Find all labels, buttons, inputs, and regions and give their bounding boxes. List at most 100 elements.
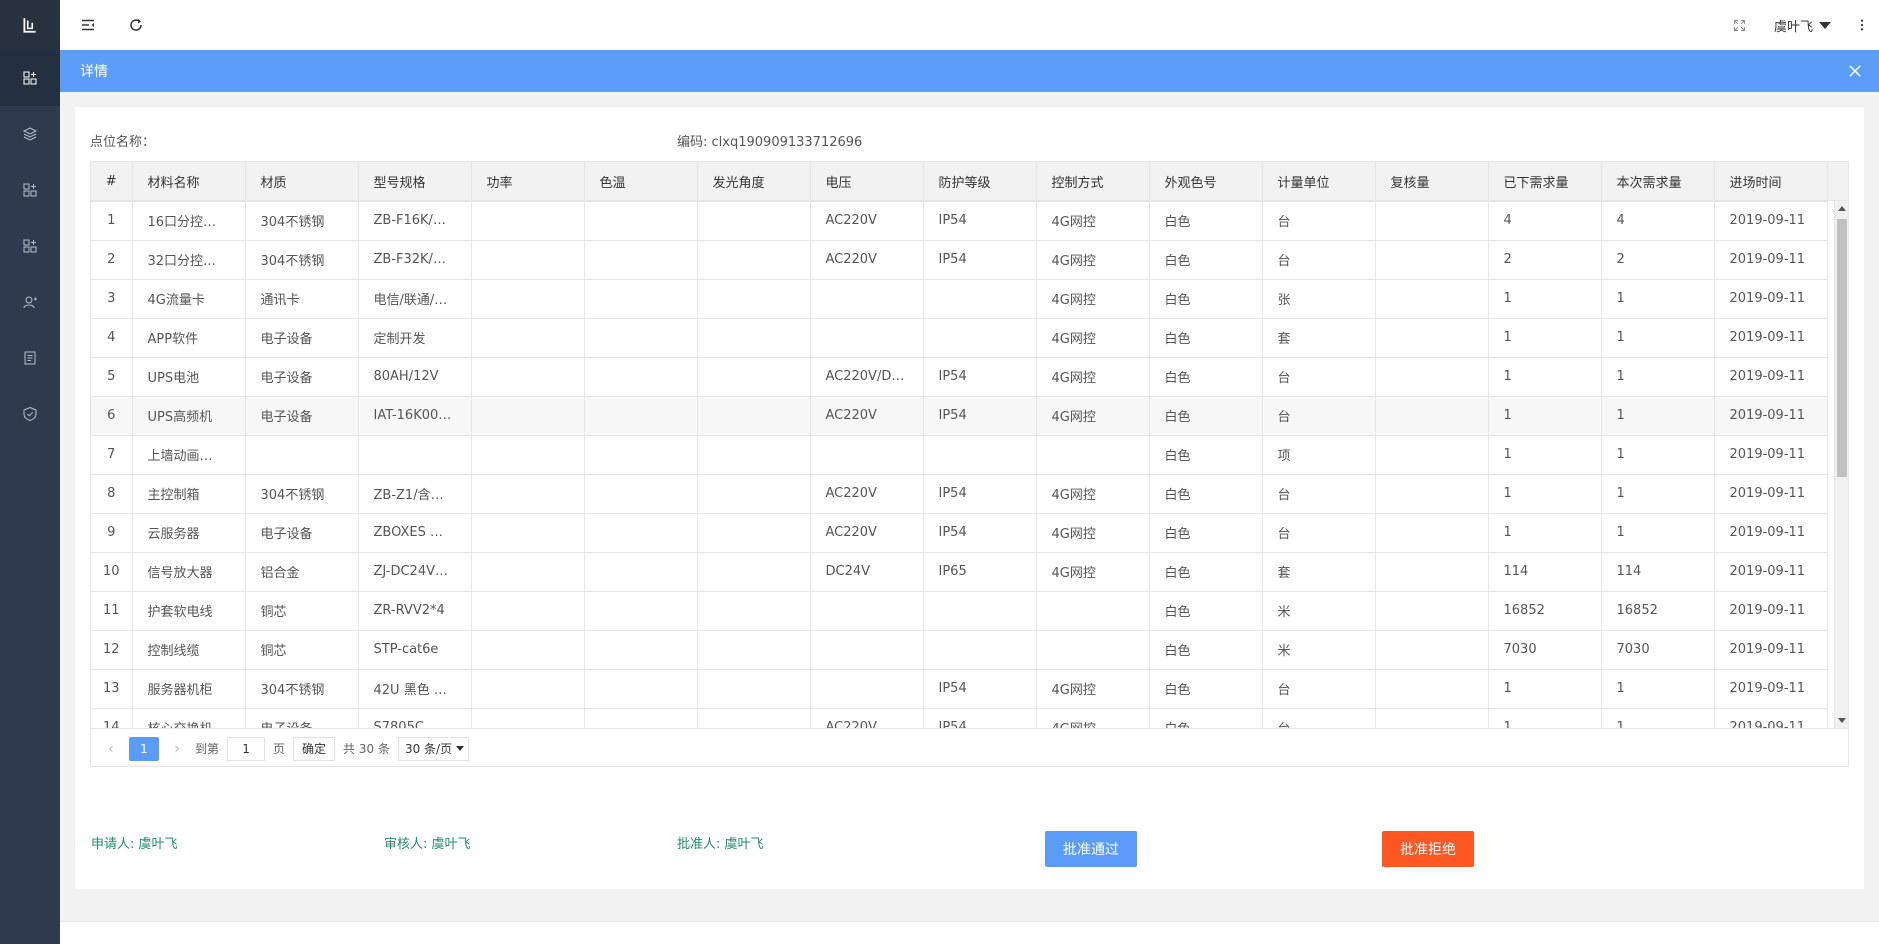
close-button[interactable] — [1845, 61, 1865, 81]
column-header: 功率 — [471, 162, 585, 202]
column-header: 复核量 — [1375, 162, 1489, 202]
table-cell: 2019-09-11 — [1714, 513, 1828, 553]
sidebar — [0, 0, 60, 944]
table-cell: 2019-09-11 — [1714, 240, 1828, 280]
prev-page-button[interactable]: ‹ — [101, 739, 121, 759]
table-cell: 控制线缆 — [132, 630, 246, 670]
table-cell — [1375, 240, 1489, 280]
column-header: 本次需求量 — [1601, 162, 1715, 202]
table-cell: 白色 — [1149, 669, 1263, 709]
nav-item-apps[interactable] — [0, 218, 60, 274]
goto-confirm-button[interactable]: 确定 — [293, 736, 336, 761]
scroll-thumb[interactable] — [1837, 219, 1847, 477]
table-cell: 9 — [91, 513, 133, 553]
table-cell: 白色 — [1149, 513, 1263, 553]
table-cell: 电信/联通/… — [358, 279, 472, 319]
table-row[interactable]: 6 UPS高频机 电子设备 IAT-16K00… AC220V IP54 4G网控 白色台 1 1… — [91, 396, 1828, 436]
refresh-button[interactable] — [116, 0, 156, 50]
reviewer: 审核人: 虞叶飞 — [384, 837, 471, 852]
column-header: 进场时间 — [1714, 162, 1828, 202]
table-row[interactable]: 12 控制线缆 铜芯 STP-cat6e 白色米 7030 7030 2019-09-11 — [91, 630, 1828, 670]
table-row[interactable]: 5 UPS电池 电子设备 80AH/12V AC220V/D… IP54 4G网控 白色台 1 1… — [91, 357, 1828, 397]
table-cell: 2019-09-11 — [1714, 201, 1828, 241]
column-header: 电压 — [810, 162, 924, 202]
app-logo[interactable] — [0, 0, 60, 50]
table-row[interactable]: 4 APP软件 电子设备 定制开发 4G网控 白色套 1 1 2019-09-11 — [91, 318, 1828, 358]
table-cell: 2019-09-11 — [1714, 630, 1828, 670]
more-button[interactable] — [1845, 0, 1879, 50]
scroll-down-icon[interactable] — [1838, 718, 1846, 723]
table-row[interactable]: 10 信号放大器 铝合金 ZJ-DC24V… DC24V IP65 4G网控 白色套 114 11… — [91, 552, 1828, 592]
nav-item-documents[interactable] — [0, 330, 60, 386]
user-name: 虞叶飞 — [1773, 19, 1813, 35]
total-count: 共 30 条 — [343, 742, 390, 756]
approve-button[interactable]: 批准通过 — [1045, 831, 1137, 867]
table-cell — [584, 318, 698, 358]
table-row[interactable]: 14核心交换机电子设备S7805CAC220VIP544G网控白色台112019… — [91, 708, 1828, 728]
table-cell — [923, 318, 1037, 358]
table-cell: 2019-09-11 — [1714, 318, 1828, 358]
table-cell: 通讯卡 — [245, 279, 359, 319]
table-cell: AC220V/D… — [810, 357, 924, 397]
table-cell: 114 — [1601, 552, 1715, 592]
nav-item-modules[interactable] — [0, 162, 60, 218]
reject-button[interactable]: 批准拒绝 — [1382, 831, 1474, 867]
column-header: 材质 — [245, 162, 359, 202]
scroll-up-icon[interactable] — [1838, 206, 1846, 211]
table-cell: 2 — [91, 240, 133, 280]
table-cell — [245, 435, 359, 475]
table-cell: 信号放大器 — [132, 552, 246, 592]
table-row[interactable]: 9 云服务器 电子设备 ZBOXES … AC220V IP54 4G网控 白色台 1 1 2019… — [91, 513, 1828, 553]
table-scrollbar[interactable] — [1834, 201, 1848, 728]
table-row[interactable]: 3 4G流量卡 通讯卡 电信/联通/… 4G网控 白色张 1 1 2019-09-11 — [91, 279, 1828, 319]
table-cell — [1375, 591, 1489, 631]
caret-down-icon — [1819, 21, 1831, 29]
table-cell: 7030 — [1488, 630, 1602, 670]
nav-item-security[interactable] — [0, 386, 60, 442]
close-icon — [1849, 65, 1861, 77]
table-cell: UPS电池 — [132, 357, 246, 397]
refresh-icon — [130, 19, 142, 31]
column-header: 发光角度 — [697, 162, 811, 202]
user-menu[interactable]: 虞叶飞 — [1760, 16, 1845, 35]
table-cell: 2019-09-11 — [1714, 708, 1828, 728]
table-cell: 1 — [1488, 435, 1602, 475]
table-cell — [697, 435, 811, 475]
table-cell: 6 — [91, 396, 133, 436]
table-cell: 台 — [1262, 474, 1376, 514]
table-cell: 台 — [1262, 708, 1376, 728]
table-cell: 2019-09-11 — [1714, 474, 1828, 514]
goto-page-input[interactable] — [227, 736, 266, 761]
table-cell: 1 — [1488, 474, 1602, 514]
table-cell: 16口分控… — [132, 201, 246, 241]
next-page-button[interactable]: › — [167, 739, 187, 759]
toggle-menu-button[interactable] — [60, 0, 116, 50]
table-cell — [697, 357, 811, 397]
point-name-label: 点位名称： — [90, 135, 156, 150]
table-row[interactable]: 13 服务器机柜 304不锈钢 42U 黑色 … IP54 4G网控 白色台 1 1 2019-0… — [91, 669, 1828, 709]
table-row[interactable]: 1 16口分控… 304不锈钢 ZB-F16K/… AC220V IP54 4G网控 白色台 4… — [91, 201, 1828, 241]
table-row[interactable]: 2 32口分控… 304不锈钢 ZB-F32K/… AC220V IP54 4G网控 白色台 2… — [91, 240, 1828, 280]
table-cell — [810, 630, 924, 670]
table-cell: 电子设备 — [245, 318, 359, 358]
fullscreen-button[interactable] — [1720, 0, 1760, 50]
table-cell: IP54 — [923, 669, 1037, 709]
nav-item-dashboard[interactable] — [0, 50, 60, 106]
table-cell: 4G网控 — [1036, 201, 1150, 241]
approver: 批准人: 虞叶飞 — [677, 837, 764, 852]
table-cell: 304不锈钢 — [245, 474, 359, 514]
column-header: 控制方式 — [1036, 162, 1150, 202]
table-cell: 1 — [1488, 513, 1602, 553]
nav-item-layers[interactable] — [0, 106, 60, 162]
table-row[interactable]: 8 主控制箱 304不锈钢 ZB-Z1/含… AC220V IP54 4G网控 白色台 1 1 20… — [91, 474, 1828, 514]
current-page[interactable]: 1 — [129, 736, 159, 761]
table-cell: 1 — [91, 201, 133, 241]
table-cell — [471, 474, 585, 514]
page-size-select[interactable]: 30 条/页 — [397, 736, 470, 761]
table-cell: 白色 — [1149, 630, 1263, 670]
table-row[interactable]: 11 护套软电线 铜芯 ZR-RVV2*4 白色米 16852 16852 2019-09-1… — [91, 591, 1828, 631]
nav-item-users[interactable] — [0, 274, 60, 330]
table-cell: IP54 — [923, 201, 1037, 241]
table-row[interactable]: 7 上墙动画… 白色项 1 1 2019-09-11 — [91, 435, 1828, 475]
table-body[interactable]: 1 16口分控… 304不锈钢 ZB-F16K/… AC220V IP54 4G网控 白色台 4… — [91, 201, 1848, 728]
